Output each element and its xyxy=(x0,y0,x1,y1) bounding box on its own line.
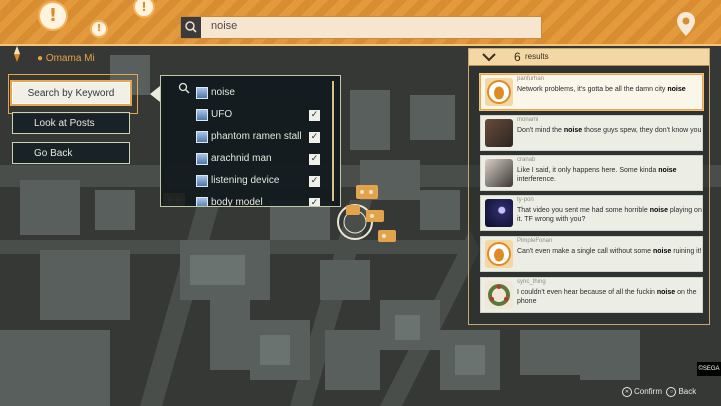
search-by-keyword-button[interactable]: Search by Keyword xyxy=(12,82,130,104)
results-count: 6 xyxy=(514,50,521,64)
alert-icon: ! xyxy=(135,0,153,16)
photo-avatar xyxy=(485,119,513,147)
compass-icon xyxy=(14,46,20,62)
button-hints: ✕ Confirm ○ Back xyxy=(622,387,696,397)
checkbox[interactable]: ✓ xyxy=(309,132,320,143)
post-item[interactable]: ty-pon That video you sent me had some h… xyxy=(480,195,703,231)
post-text: Like I said, it only happens here. Some … xyxy=(517,167,677,183)
look-at-posts-button[interactable]: Look at Posts xyxy=(12,112,130,134)
game-screen: ! ! ! noise ● Omama Mi Search by Keyword… xyxy=(0,0,721,406)
panel-pointer xyxy=(150,86,160,102)
post-text: Don't mind the noise those guys spew, th… xyxy=(517,127,702,134)
chevron-down-icon[interactable] xyxy=(482,52,496,62)
keyword-item[interactable]: listening device ✓ xyxy=(161,171,340,193)
space-avatar xyxy=(485,199,513,227)
keyword-icon xyxy=(196,87,208,99)
keyword-icon xyxy=(196,175,208,187)
map-pin-icon[interactable] xyxy=(676,11,696,37)
keyword-item[interactable]: arachnid man ✓ xyxy=(161,149,340,171)
cross-button-icon: ✕ xyxy=(622,387,632,397)
post-item[interactable]: cranab Like I said, it only happens here… xyxy=(480,155,703,191)
search-query: noise xyxy=(211,20,238,32)
post-item[interactable]: PimpleFonan Can't even make a single cal… xyxy=(480,236,703,272)
keyword-item[interactable]: body model ✓ xyxy=(161,193,340,206)
location-label: ● Omama Mi xyxy=(37,53,95,64)
alert-icon: ! xyxy=(40,3,66,29)
sega-copyright: ©SEGA xyxy=(697,362,721,376)
checkbox[interactable]: ✓ xyxy=(309,110,320,121)
keyword-icon xyxy=(196,109,208,121)
post-item[interactable]: panfurhan Network problems, it's gotta b… xyxy=(480,74,703,110)
header-bar: ! ! ! noise xyxy=(0,0,721,46)
wreath-avatar xyxy=(485,281,513,309)
keyword-item[interactable]: UFO ✓ xyxy=(161,105,340,127)
results-header: 6 results xyxy=(469,49,709,66)
keyword-icon xyxy=(196,197,208,206)
post-text: I couldn't even hear because of all the … xyxy=(517,289,697,305)
post-item[interactable]: monami Don't mind the noise those guys s… xyxy=(480,115,703,151)
alert-icon: ! xyxy=(92,22,106,36)
circle-button-icon: ○ xyxy=(666,387,677,397)
post-item[interactable]: sync_thing I couldn't even hear because … xyxy=(480,277,703,313)
keyword-icon xyxy=(196,153,208,165)
checkbox[interactable]: ✓ xyxy=(309,154,320,165)
post-text: Network problems, it's gotta be all the … xyxy=(517,86,686,93)
checkbox[interactable]: ✓ xyxy=(309,198,320,206)
photo-avatar xyxy=(485,159,513,187)
keyword-item[interactable]: phantom ramen stall ✓ xyxy=(161,127,340,149)
location-pin-icon: ● xyxy=(37,53,44,64)
post-text: That video you sent me had some horrible… xyxy=(517,207,702,223)
egg-icon xyxy=(485,240,513,268)
scrollbar[interactable] xyxy=(332,81,334,201)
confirm-hint: Confirm xyxy=(634,387,663,397)
keyword-query-row[interactable]: noise xyxy=(161,83,340,105)
egg-icon xyxy=(485,78,513,106)
back-hint: Back xyxy=(678,387,697,397)
go-back-button[interactable]: Go Back xyxy=(12,142,130,164)
post-text: Can't even make a single call without so… xyxy=(517,248,702,255)
search-icon xyxy=(181,17,201,38)
results-panel: 6 results panfurhan Network problems, it… xyxy=(468,48,710,325)
keyword-icon xyxy=(196,131,208,143)
search-bar[interactable]: noise xyxy=(180,16,542,39)
keyword-list: noise UFO ✓ phantom ramen stall ✓ arachn… xyxy=(160,75,341,207)
checkbox[interactable]: ✓ xyxy=(309,176,320,187)
results-label: results xyxy=(525,52,549,61)
